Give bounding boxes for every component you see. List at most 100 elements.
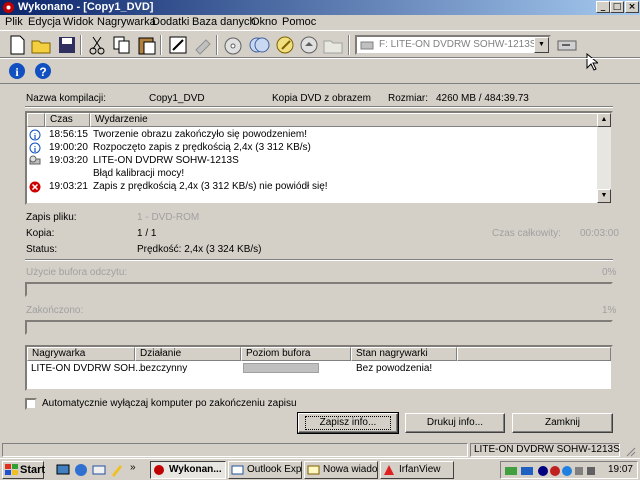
disc-info-icon[interactable]	[274, 34, 296, 56]
task-wykonano[interactable]: Wykonan...	[150, 461, 226, 479]
event-log[interactable]: Czas Wydarzenie i 18:56:15 Tworzenie obr…	[25, 111, 613, 205]
file-write-value: 1 - DVD-ROM	[137, 212, 200, 223]
status-value: Prędkość: 2,4x (3 324 KB/s)	[137, 244, 262, 255]
task-label: Nowa wiado...	[323, 464, 378, 475]
log-time: 19:03:21	[49, 181, 88, 192]
scroll-up-icon[interactable]: ▲	[597, 113, 611, 127]
log-header-time[interactable]: Czas	[45, 113, 90, 127]
status-bar: LITE-ON DVDRW SOHW-1213S	[0, 441, 640, 458]
menu-plik[interactable]: Plik	[5, 16, 23, 28]
info-icon: i	[29, 129, 41, 141]
burn-icon[interactable]	[222, 34, 244, 56]
help-pointer-icon[interactable]: ?	[32, 60, 54, 82]
copy-icon[interactable]	[111, 34, 133, 56]
print-info-button[interactable]: Drukuj info...	[405, 413, 505, 433]
auto-shutdown-checkbox[interactable]	[25, 398, 37, 410]
log-header: Czas Wydarzenie	[27, 113, 599, 127]
menu-edycja[interactable]: Edycja	[28, 16, 61, 28]
size-label: Rozmiar:	[388, 93, 429, 104]
log-row: i 19:00:20 Rozpoczęto zapis z prędkością…	[27, 142, 599, 154]
compilation-name-value: Copy1_DVD	[149, 93, 205, 104]
compilation-name-label: Nazwa kompilacji:	[26, 93, 107, 104]
read-buffer-label: Użycie bufora odczytu:	[26, 267, 128, 278]
browse-folder-icon	[322, 34, 344, 56]
drive-properties-icon[interactable]	[556, 34, 578, 56]
close-window-button[interactable]: ×	[625, 1, 639, 13]
scroll-down-icon[interactable]: ▼	[597, 189, 611, 203]
eject-icon[interactable]	[298, 34, 320, 56]
recorder-state: Bez powodzenia!	[356, 363, 433, 374]
quicklaunch-desktop-icon[interactable]	[56, 463, 70, 477]
status-pane-main	[2, 443, 468, 457]
copy-disc-icon[interactable]	[248, 34, 270, 56]
paste-icon[interactable]	[136, 34, 158, 56]
log-time: 18:56:15	[49, 129, 88, 140]
main-toolbar: F: LITE-ON DVDRW SOHW-1213S ▼	[0, 30, 640, 71]
quicklaunch-app-icon[interactable]	[110, 463, 124, 477]
quicklaunch-outlook-icon[interactable]	[92, 463, 106, 477]
task-label: Wykonan...	[169, 464, 222, 475]
cut-icon[interactable]	[86, 34, 108, 56]
drive-icon	[29, 155, 41, 165]
quicklaunch-more-icon[interactable]: »	[130, 462, 136, 473]
divider	[25, 259, 613, 261]
open-folder-icon[interactable]	[30, 34, 52, 56]
window-title: Wykonano - [Copy1_DVD]	[18, 1, 154, 13]
new-document-icon[interactable]	[6, 34, 28, 56]
menu-widok[interactable]: Widok	[63, 16, 94, 28]
menu-pomoc[interactable]: Pomoc	[282, 16, 316, 28]
save-info-button[interactable]: Zapisz info...	[297, 412, 399, 434]
compilation-type: Kopia DVD z obrazem	[272, 93, 371, 104]
new-message-icon	[307, 465, 320, 475]
taskbar: Start » Wykonan... Outlook Exp... Nowa w…	[0, 458, 640, 480]
task-new-message[interactable]: Nowa wiado...	[304, 461, 378, 479]
maximize-button[interactable]: □	[610, 1, 624, 13]
copy-value: 1 / 1	[137, 228, 157, 239]
drive-icon	[360, 41, 374, 50]
task-label: IrfanView	[399, 464, 441, 475]
compilation-properties-icon[interactable]	[167, 34, 189, 56]
log-time: 19:00:20	[49, 142, 88, 153]
title-bar[interactable]: Wykonano - [Copy1_DVD] _ □ ×	[0, 0, 640, 15]
clock: 19:07	[607, 464, 633, 475]
read-buffer-progress	[25, 282, 613, 297]
minimize-button[interactable]: _	[596, 1, 610, 13]
menu-nagrywarka[interactable]: Nagrywarka	[97, 16, 156, 28]
drive-selector[interactable]: F: LITE-ON DVDRW SOHW-1213S ▼	[355, 35, 551, 55]
log-header-event[interactable]: Wydarzenie	[90, 113, 599, 127]
completed-label: Zakończono:	[26, 305, 84, 316]
windows-logo-icon	[5, 464, 18, 475]
log-row: 19:03:20 LITE-ON DVDRW SOHW-1213S	[27, 155, 599, 167]
start-label: Start	[20, 464, 46, 476]
size-value: 4260 MB / 484:39.73	[436, 93, 529, 104]
log-message: Błąd kalibracji mocy!	[93, 168, 185, 179]
task-outlook[interactable]: Outlook Exp...	[228, 461, 302, 479]
quicklaunch-browser-icon[interactable]	[74, 463, 88, 477]
resize-grip-icon[interactable]	[624, 445, 636, 457]
chevron-down-icon[interactable]: ▼	[534, 37, 549, 53]
task-irfanview[interactable]: IrfanView	[380, 461, 454, 479]
close-button[interactable]: Zamknij	[512, 413, 613, 433]
menu-baza-danych[interactable]: Baza danych	[192, 16, 256, 28]
read-buffer-value: 0%	[602, 267, 617, 278]
save-disk-icon[interactable]	[56, 34, 78, 56]
menu-okno[interactable]: Okno	[251, 16, 277, 28]
nero-app-icon	[3, 2, 14, 13]
auto-shutdown-label: Automatycznie wyłączaj komputer po zakoń…	[42, 398, 297, 409]
log-message: Tworzenie obrazu zakończyło się powodzen…	[93, 129, 307, 140]
log-scrollbar[interactable]: ▲ ▼	[597, 113, 611, 203]
recorder-list[interactable]: Nagrywarka Działanie Poziom bufora Stan …	[25, 345, 613, 391]
recorder-header[interactable]: Nagrywarka	[27, 347, 135, 361]
info-icon[interactable]: i	[6, 60, 28, 82]
recorder-state-header[interactable]: Stan nagrywarki	[351, 347, 457, 361]
action-header[interactable]: Działanie	[135, 347, 241, 361]
tray-icons[interactable]	[505, 464, 597, 478]
system-tray: 19:07	[500, 461, 638, 479]
divider	[25, 106, 613, 108]
log-row: Błąd kalibracji mocy!	[27, 168, 599, 180]
start-button[interactable]: Start	[2, 461, 46, 479]
completed-progress	[25, 320, 613, 335]
buffer-level-header[interactable]: Poziom bufora	[241, 347, 351, 361]
menu-dodatki[interactable]: Dodatki	[152, 16, 189, 28]
task-label: Outlook Exp...	[247, 464, 302, 475]
